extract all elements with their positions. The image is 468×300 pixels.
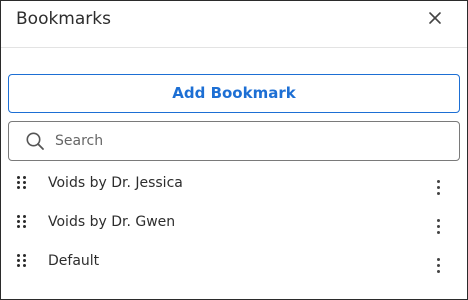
- search-input[interactable]: [55, 122, 450, 160]
- more-options-icon[interactable]: [429, 179, 449, 197]
- bookmark-item[interactable]: Voids by Dr. Jessica: [1, 165, 467, 204]
- bookmark-item[interactable]: Default: [1, 243, 467, 282]
- close-button[interactable]: [425, 8, 445, 28]
- more-options-icon[interactable]: [429, 218, 449, 236]
- drag-handle-icon[interactable]: [17, 176, 29, 190]
- bookmark-label: Voids by Dr. Jessica: [48, 175, 183, 191]
- panel-header: Bookmarks: [1, 1, 467, 48]
- more-options-icon[interactable]: [429, 257, 449, 275]
- drag-handle-icon[interactable]: [17, 254, 29, 268]
- bookmarks-panel: Bookmarks Add Bookmark Voids by Dr. Jess…: [0, 0, 468, 300]
- add-bookmark-button[interactable]: Add Bookmark: [8, 74, 460, 113]
- search-icon: [26, 132, 44, 150]
- bookmark-label: Voids by Dr. Gwen: [48, 214, 176, 230]
- bookmark-label: Default: [48, 253, 100, 269]
- drag-handle-icon[interactable]: [17, 215, 29, 229]
- bookmark-item[interactable]: Voids by Dr. Gwen: [1, 204, 467, 243]
- search-box[interactable]: [8, 121, 460, 161]
- panel-title: Bookmarks: [16, 9, 111, 29]
- close-icon: [429, 12, 441, 24]
